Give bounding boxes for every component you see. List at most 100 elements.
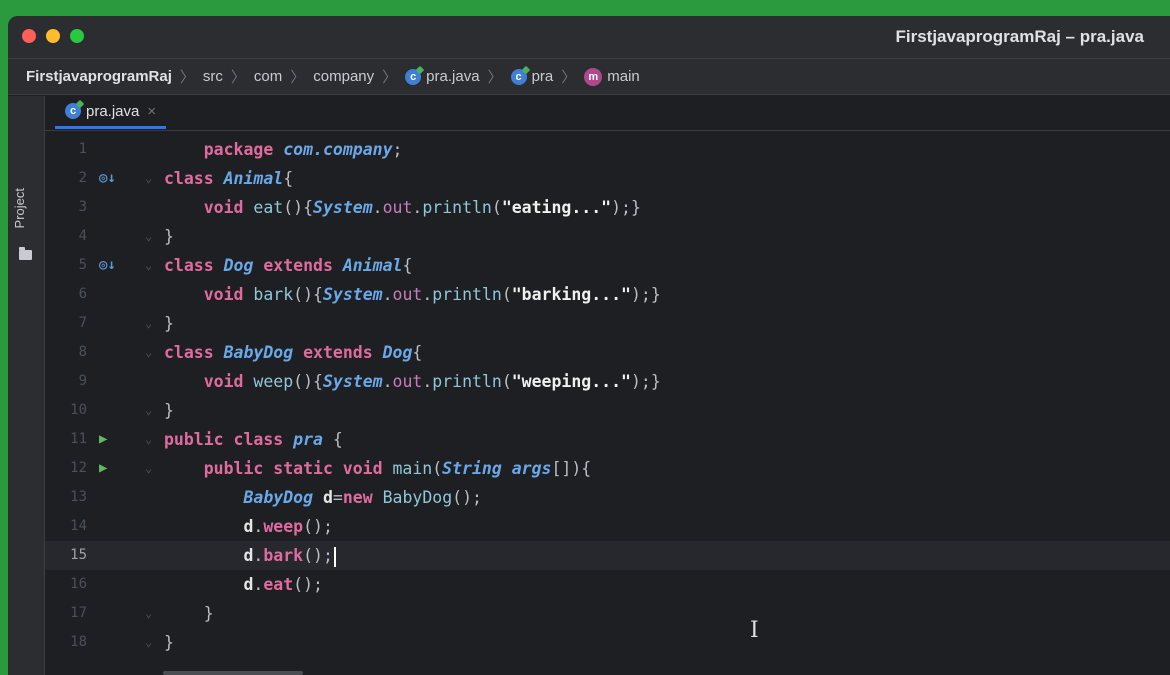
fold-icon[interactable]: ⌄: [145, 338, 152, 367]
code-token: weep: [263, 517, 304, 536]
code-token: println: [432, 372, 502, 391]
code-token: (){: [293, 285, 323, 304]
code-token: {: [283, 169, 294, 188]
code-line[interactable]: 1 package com.company;: [45, 135, 1170, 164]
project-tool-button[interactable]: Project: [12, 188, 36, 228]
code-line[interactable]: 16 d.eat();: [45, 570, 1170, 599]
code-line[interactable]: 8 ⌄ class BabyDog extends Dog{: [45, 338, 1170, 367]
code-line[interactable]: 3 void eat(){System.out.println("eating.…: [45, 193, 1170, 222]
code-line[interactable]: 14 d.weep();: [45, 512, 1170, 541]
code-token: BabyDog: [243, 488, 323, 507]
breadcrumb-item[interactable]: m main: [584, 67, 640, 86]
line-number: 12: [70, 460, 87, 476]
code-text: BabyDog d=new BabyDog();: [164, 483, 481, 512]
code-line[interactable]: 9 void weep(){System.out.println("weepin…: [45, 367, 1170, 396]
zoom-window-button[interactable]: [70, 29, 84, 43]
close-icon[interactable]: ×: [147, 103, 156, 120]
line-number: 8: [78, 344, 87, 360]
close-window-button[interactable]: [22, 29, 36, 43]
fold-icon[interactable]: ⌄: [145, 251, 152, 280]
fold-icon[interactable]: ⌄: [145, 454, 152, 483]
code-token: .: [253, 546, 264, 565]
breadcrumb-item[interactable]: c pra: [510, 68, 553, 85]
breadcrumb-item[interactable]: FirstjavaprogramRaj: [26, 68, 172, 85]
code-line[interactable]: 4 ⌄}: [45, 222, 1170, 251]
code-token: (: [501, 285, 512, 304]
code-token: }: [164, 401, 174, 420]
code-token: class: [164, 256, 224, 275]
code-token: d: [243, 517, 254, 536]
fold-icon[interactable]: ⌄: [145, 628, 152, 657]
line-number: 5: [78, 257, 87, 273]
code-token: "barking...": [511, 285, 631, 304]
code-line[interactable]: 12 ▶ ⌄ public static void main(String args…: [45, 454, 1170, 483]
code-text: d.weep();: [164, 512, 332, 541]
breadcrumb-separator: 〉: [487, 69, 503, 86]
tab-pra-java[interactable]: c pra.java ×: [55, 96, 167, 129]
code-token: public static void: [164, 459, 393, 478]
code-token: Dog: [382, 343, 413, 362]
fold-icon[interactable]: ⌄: [145, 309, 152, 338]
code-token: );}: [611, 198, 641, 217]
folder-icon[interactable]: [19, 247, 32, 260]
code-token: (){: [283, 198, 314, 217]
code-text: d.eat();: [164, 570, 323, 599]
code-line[interactable]: 7 ⌄}: [45, 309, 1170, 338]
code-token: println: [432, 285, 502, 304]
fold-icon[interactable]: ⌄: [145, 164, 152, 193]
code-token: ();: [303, 546, 333, 565]
code-token: bark: [263, 546, 304, 565]
breadcrumb-label: FirstjavaprogramRaj: [26, 68, 172, 85]
line-number: 11: [70, 431, 87, 447]
fold-icon[interactable]: ⌄: [145, 396, 152, 425]
code-token: eat: [263, 575, 294, 594]
fold-icon[interactable]: ⌄: [145, 425, 152, 454]
line-number: 14: [70, 518, 87, 534]
code-line[interactable]: 5 ◎↓ ⌄ class Dog extends Animal{: [45, 251, 1170, 280]
code-token: pra: [293, 430, 323, 449]
code-line[interactable]: 13 BabyDog d=new BabyDog();: [45, 483, 1170, 512]
code-token: d: [322, 488, 333, 507]
code-token: void: [164, 372, 254, 391]
code-token: .: [253, 575, 264, 594]
code-line[interactable]: 15 d.bark();: [45, 541, 1170, 570]
code-token: args: [511, 459, 552, 478]
fold-icon[interactable]: ⌄: [145, 599, 152, 628]
code-token: .: [422, 285, 433, 304]
code-token: (: [501, 372, 512, 391]
run-icon[interactable]: ▶: [99, 425, 107, 454]
code-token: void: [164, 285, 254, 304]
code-line[interactable]: 10 ⌄}: [45, 396, 1170, 425]
code-token: .: [372, 198, 383, 217]
breadcrumb-item[interactable]: com: [254, 68, 282, 85]
code-text: void weep(){System.out.println("weeping.…: [164, 367, 661, 396]
code-line[interactable]: 2 ◎↓ ⌄ class Animal{: [45, 164, 1170, 193]
code-token: new: [342, 488, 383, 507]
breadcrumb: FirstjavaprogramRaj 〉 src 〉 com 〉 company 〉 c pra…: [8, 59, 1170, 95]
breadcrumb-item[interactable]: c pra.java: [405, 68, 480, 85]
code-text: }: [164, 222, 174, 251]
breadcrumb-item[interactable]: company: [313, 68, 374, 85]
class-icon: c: [510, 68, 527, 85]
code-token: System: [322, 372, 383, 391]
code-token: String: [442, 459, 512, 478]
code-token: BabyDog: [382, 488, 453, 507]
minimize-window-button[interactable]: [46, 29, 60, 43]
fold-icon[interactable]: ⌄: [145, 222, 152, 251]
code-token: "eating...": [501, 198, 612, 217]
run-icon[interactable]: ▶: [99, 454, 107, 483]
code-editor[interactable]: 1 package com.company; 2 ◎↓ ⌄ class Animal{3…: [45, 131, 1170, 675]
code-text: public class pra {: [164, 425, 343, 454]
code-line[interactable]: 11 ▶ ⌄ public class pra {: [45, 425, 1170, 454]
breadcrumb-item[interactable]: src: [203, 68, 223, 85]
code-line[interactable]: 17 ⌄ }: [45, 599, 1170, 628]
code-line[interactable]: 18 ⌄}: [45, 628, 1170, 657]
breadcrumb-separator: 〉: [290, 69, 306, 86]
code-token: main: [392, 459, 433, 478]
horizontal-scrollbar[interactable]: [163, 671, 303, 675]
override-icon[interactable]: ◎↓: [99, 164, 116, 193]
code-line[interactable]: 6 void bark(){System.out.println("barkin…: [45, 280, 1170, 309]
override-icon[interactable]: ◎↓: [99, 251, 116, 280]
code-token: .: [412, 198, 423, 217]
